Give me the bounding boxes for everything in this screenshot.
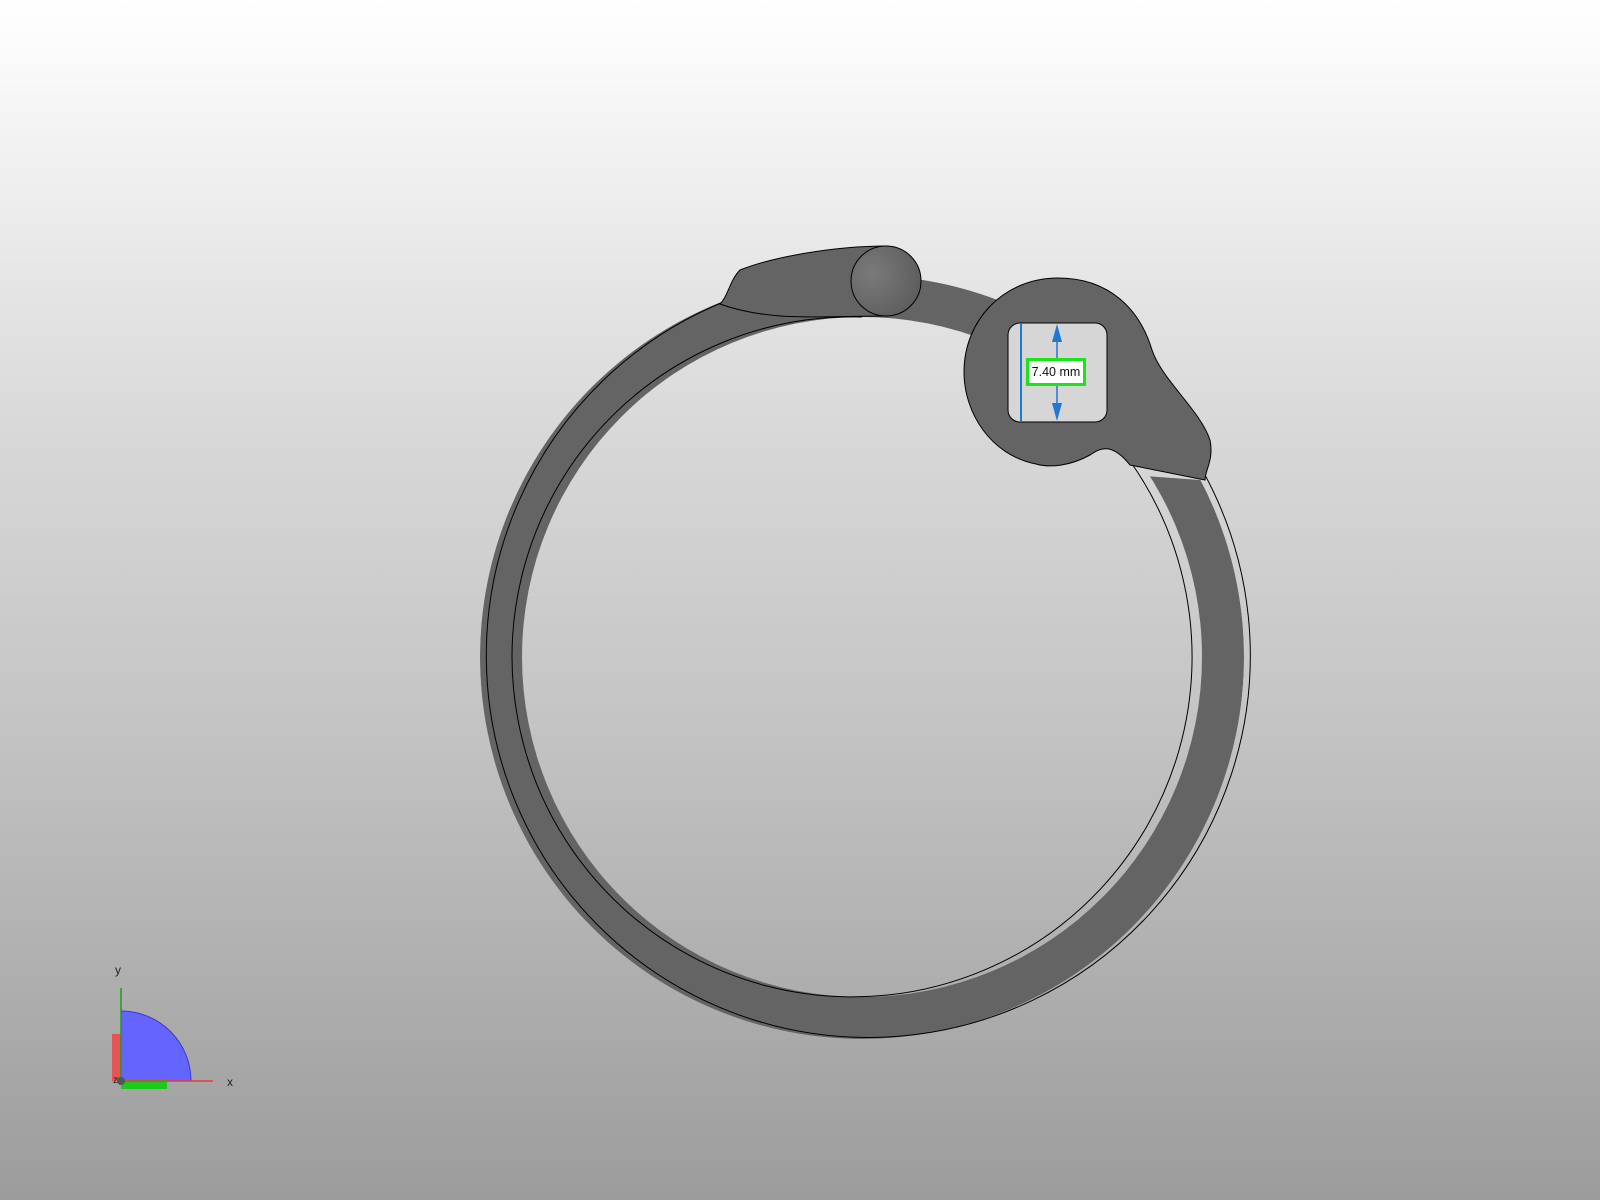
ring-left-tip[interactable] [719,245,922,318]
triad-origin [117,1077,125,1085]
dimension-value-text: 7.40 mm [1031,365,1081,379]
z-axis-label: z [113,1075,118,1086]
axis-triad[interactable] [112,988,213,1089]
dimension-value-label[interactable]: 7.40 mm [1026,358,1086,386]
model-canvas[interactable] [0,0,1600,1200]
x-axis-label: x [227,1075,233,1089]
y-axis-label: y [115,963,121,977]
z-axis-quadrant [120,1010,192,1082]
3d-viewport[interactable]: 7.40 mm y x z [0,0,1600,1200]
x-axis-plane [112,1034,121,1081]
